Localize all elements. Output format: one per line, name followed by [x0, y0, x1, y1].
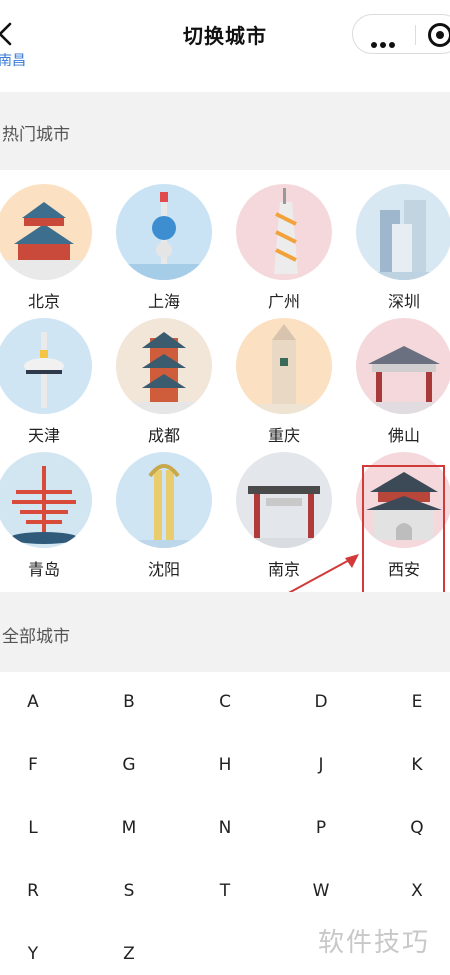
- hot-city-item[interactable]: 天津: [0, 304, 94, 445]
- letter-index-item[interactable]: D: [291, 692, 351, 712]
- city-illustration: [0, 318, 92, 414]
- hot-city-item[interactable]: 上海: [114, 170, 214, 311]
- miniprogram-capsule: [352, 14, 450, 54]
- letter-index-item[interactable]: X: [387, 881, 447, 901]
- letter-index-item[interactable]: C: [195, 692, 255, 712]
- hot-city-item[interactable]: 深圳: [354, 170, 450, 311]
- more-options-icon[interactable]: [371, 33, 398, 52]
- city-illustration: [0, 184, 92, 280]
- hot-cities-title: 热门城市: [2, 125, 70, 145]
- watermark-text: 软件技巧: [318, 928, 431, 958]
- letter-index-item[interactable]: A: [3, 692, 63, 712]
- letter-index-item[interactable]: J: [291, 755, 351, 775]
- letter-index-item[interactable]: Z: [99, 944, 159, 964]
- letter-index-item[interactable]: B: [99, 692, 159, 712]
- hot-cities-header: 热门城市: [0, 92, 450, 170]
- city-illustration: [356, 184, 450, 280]
- city-illustration: [0, 452, 92, 548]
- letter-index-item[interactable]: E: [387, 692, 447, 712]
- letter-index-item[interactable]: R: [3, 881, 63, 901]
- letter-index-item[interactable]: M: [99, 818, 159, 838]
- letter-index-item[interactable]: L: [3, 818, 63, 838]
- hot-city-item[interactable]: 北京: [0, 170, 94, 311]
- city-illustration: [236, 184, 332, 280]
- hot-city-item[interactable]: 重庆: [234, 304, 334, 445]
- hot-city-item[interactable]: 沈阳: [114, 438, 214, 579]
- all-cities-header: 全部城市: [0, 592, 450, 672]
- letter-index-item[interactable]: W: [291, 881, 351, 901]
- hot-city-name: 青岛: [27, 560, 60, 579]
- city-illustration: [116, 318, 212, 414]
- letter-index-item[interactable]: Y: [3, 944, 63, 964]
- located-city-text[interactable]: 南昌: [0, 53, 26, 67]
- all-cities-title: 全部城市: [2, 627, 70, 647]
- hot-city-item[interactable]: 成都: [114, 304, 214, 445]
- hot-city-item[interactable]: 广州: [234, 170, 334, 311]
- letter-index-item[interactable]: K: [387, 755, 447, 775]
- city-illustration: [116, 452, 212, 548]
- city-illustration: [236, 318, 332, 414]
- navigation-bar: 切换城市 南昌: [0, 0, 450, 70]
- highlight-box: [362, 465, 445, 597]
- capsule-divider: [415, 25, 416, 45]
- close-miniprogram-icon[interactable]: [428, 23, 450, 47]
- letter-index-item[interactable]: P: [291, 818, 351, 838]
- letter-index-item[interactable]: N: [195, 818, 255, 838]
- hot-city-item[interactable]: 青岛: [0, 438, 94, 579]
- letter-index-item[interactable]: G: [99, 755, 159, 775]
- hot-city-item[interactable]: 佛山: [354, 304, 450, 445]
- letter-index-item[interactable]: F: [3, 755, 63, 775]
- letter-index-item[interactable]: S: [99, 881, 159, 901]
- letter-index-item[interactable]: H: [195, 755, 255, 775]
- city-illustration: [236, 452, 332, 548]
- hot-city-name: 沈阳: [147, 560, 180, 579]
- letter-index-item[interactable]: T: [195, 881, 255, 901]
- letter-index-item[interactable]: Q: [387, 818, 447, 838]
- city-illustration: [356, 318, 450, 414]
- city-illustration: [116, 184, 212, 280]
